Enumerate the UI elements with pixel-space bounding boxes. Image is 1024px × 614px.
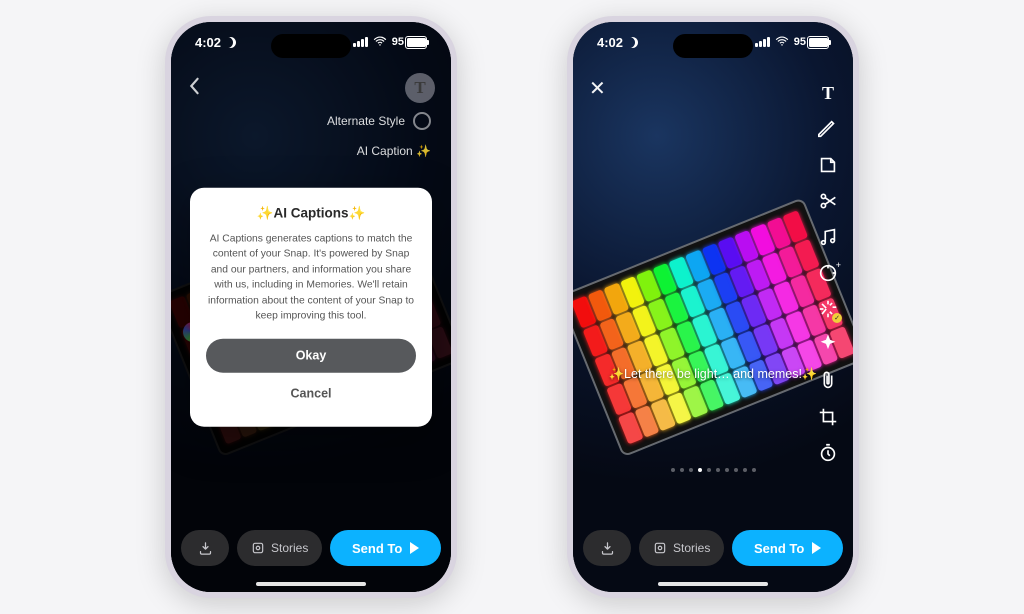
draw-tool-icon[interactable] [817, 118, 839, 140]
caption-style-menu: Alternate Style AI Caption ✨ [327, 112, 431, 158]
home-indicator[interactable] [658, 582, 768, 586]
wifi-icon [775, 37, 789, 47]
send-to-button[interactable]: Send To [330, 530, 441, 566]
status-time: 4:02 [195, 35, 221, 50]
music-tool-icon[interactable] [817, 226, 839, 248]
bottom-action-bar: Stories Send To [583, 526, 843, 570]
battery-indicator: 95 [392, 36, 427, 49]
home-indicator[interactable] [256, 582, 366, 586]
stories-button[interactable]: Stories [237, 530, 322, 566]
remix-tool-icon[interactable]: + [817, 262, 839, 284]
phone-mockup-right: 4:02 95 ✕ [567, 16, 859, 598]
save-button[interactable] [181, 530, 229, 566]
send-arrow-icon [812, 542, 821, 554]
back-button[interactable] [187, 77, 201, 100]
style-dot-icon [413, 112, 431, 130]
sticker-tool-icon[interactable] [817, 154, 839, 176]
ai-caption-label: AI Caption ✨ [357, 144, 431, 158]
ai-captions-modal: ✨AI Captions✨ AI Captions generates capt… [190, 188, 432, 427]
ai-caption-option[interactable]: AI Caption ✨ [357, 144, 431, 158]
battery-percent: 95 [794, 36, 806, 48]
save-button[interactable] [583, 530, 631, 566]
modal-body: AI Captions generates captions to match … [206, 232, 416, 325]
caption-pager[interactable] [573, 468, 853, 472]
alternate-style-option[interactable]: Alternate Style [327, 112, 431, 130]
cellular-signal-icon [353, 37, 368, 47]
battery-indicator: 95 [794, 36, 829, 49]
bottom-action-bar: Stories Send To [181, 526, 441, 570]
cellular-signal-icon [755, 37, 770, 47]
close-button[interactable]: ✕ [589, 76, 606, 101]
send-to-button[interactable]: Send To [732, 530, 843, 566]
timer-tool-icon[interactable] [817, 442, 839, 464]
send-label: Send To [352, 541, 402, 556]
phone-mockup-left: 4:02 95 T [165, 16, 457, 598]
ai-sparkle-tool-icon[interactable]: ✓ [817, 298, 839, 320]
modal-title: ✨AI Captions✨ [206, 206, 416, 222]
alternate-style-label: Alternate Style [327, 114, 405, 128]
scissors-tool-icon[interactable] [817, 190, 839, 212]
status-time: 4:02 [597, 35, 623, 50]
generated-caption[interactable]: ✨Let there be light… and memes!✨ [573, 367, 853, 382]
edit-tools-rail: T + ✓ [813, 82, 843, 472]
text-tool-button[interactable]: T [405, 73, 435, 103]
magic-eraser-tool-icon[interactable] [817, 334, 839, 356]
cancel-button[interactable]: Cancel [206, 376, 416, 410]
stories-label: Stories [673, 541, 710, 555]
send-arrow-icon [410, 542, 419, 554]
okay-button[interactable]: Okay [206, 338, 416, 372]
do-not-disturb-icon [627, 37, 638, 48]
crop-tool-icon[interactable] [817, 406, 839, 428]
stories-button[interactable]: Stories [639, 530, 724, 566]
dynamic-island [271, 34, 351, 58]
wifi-icon [373, 37, 387, 47]
do-not-disturb-icon [225, 37, 236, 48]
dynamic-island [673, 34, 753, 58]
attach-tool-icon[interactable] [817, 370, 839, 392]
stories-label: Stories [271, 541, 308, 555]
send-label: Send To [754, 541, 804, 556]
text-tool-icon[interactable]: T [817, 82, 839, 104]
battery-percent: 95 [392, 36, 404, 48]
